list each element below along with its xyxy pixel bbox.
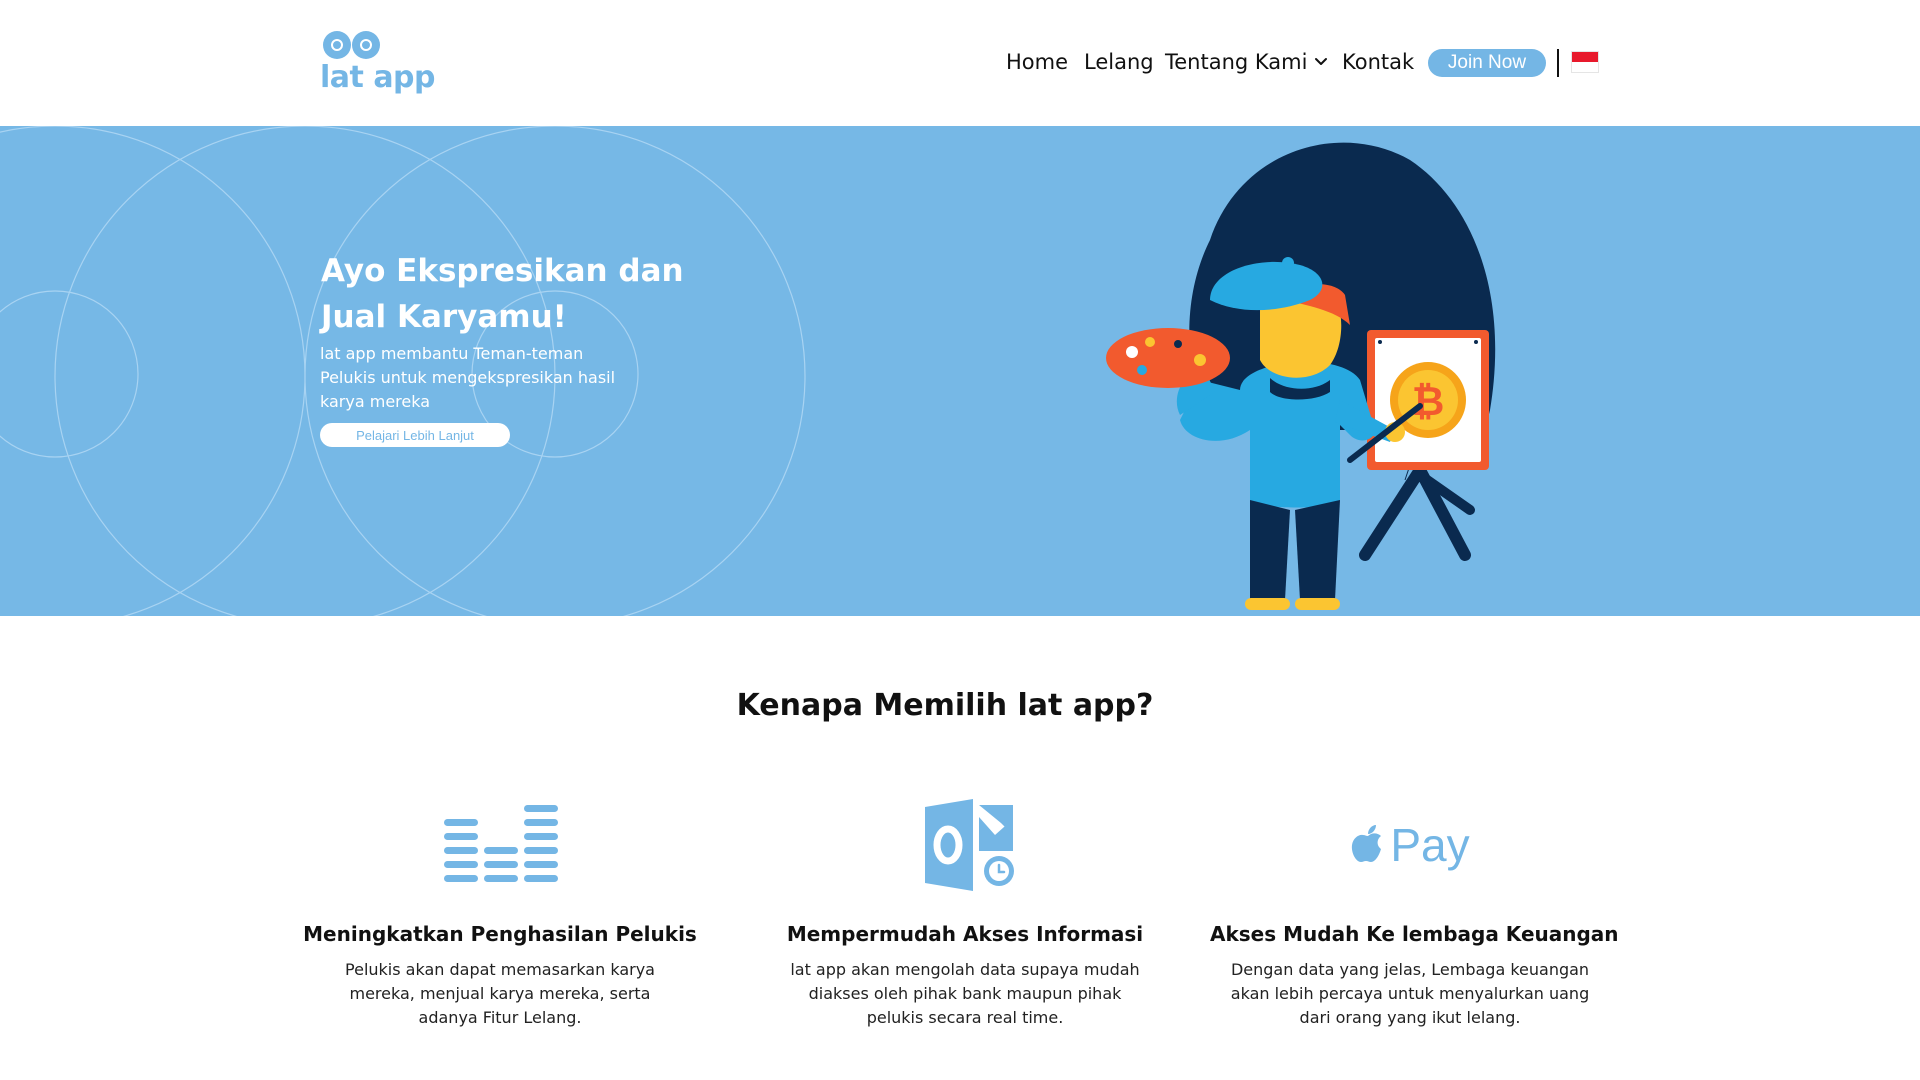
feature-title: Mempermudah Akses Informasi [786,922,1144,946]
hero-subtitle: lat app membantu Teman-teman Pelukis unt… [320,344,616,411]
hero-title: Ayo Ekspresikan dan Jual Karyamu! [321,253,684,335]
learn-more-button[interactable]: Pelajari Lebih Lanjut [320,423,510,447]
nav-kontak[interactable]: Kontak [1342,50,1414,74]
apple-pay-icon: Pay [1210,795,1610,895]
join-now-button[interactable]: Join Now [1428,49,1546,77]
decorative-circles [0,126,806,616]
why-section-title: Kenapa Memilih lat app? [736,688,1154,723]
svg-text:₿: ₿ [1412,379,1445,425]
chevron-down-icon [1315,58,1328,65]
nav-home[interactable]: Home [1006,50,1068,74]
nav-tentang-kami[interactable]: Tentang Kami [1165,50,1329,74]
logo[interactable]: lat app [320,30,436,96]
feature-description: lat app akan mengolah data supaya mudah … [790,960,1140,1027]
feature-description: Pelukis akan dapat memasarkan karya mere… [345,960,655,1027]
logo-icon [323,31,380,59]
feature-description: Dengan data yang jelas, Lembaga keuangan… [1230,960,1590,1027]
feature-title: Akses Mudah Ke lembaga Keuangan [1210,922,1619,946]
nav-divider [1557,49,1559,77]
apple-logo-icon [1352,825,1382,862]
logo-text: lat app [320,60,436,95]
site-header: lat app Home Lelang Tentang Kami Kontak … [0,0,1920,126]
nav-lelang[interactable]: Lelang [1084,50,1154,74]
hero-section: Ayo Ekspresikan dan Jual Karyamu! lat ap… [0,126,1920,616]
apple-pay-text: Pay [1390,819,1470,871]
painter-illustration: ₿ [1106,142,1496,610]
feature-title: Meningkatkan Penghasilan Pelukis [303,922,697,946]
indonesia-flag-icon[interactable] [1571,51,1599,73]
outlook-icon [765,795,1165,895]
equalizer-bars-icon [300,795,700,895]
nav-tentang-label: Tentang Kami [1165,50,1308,74]
